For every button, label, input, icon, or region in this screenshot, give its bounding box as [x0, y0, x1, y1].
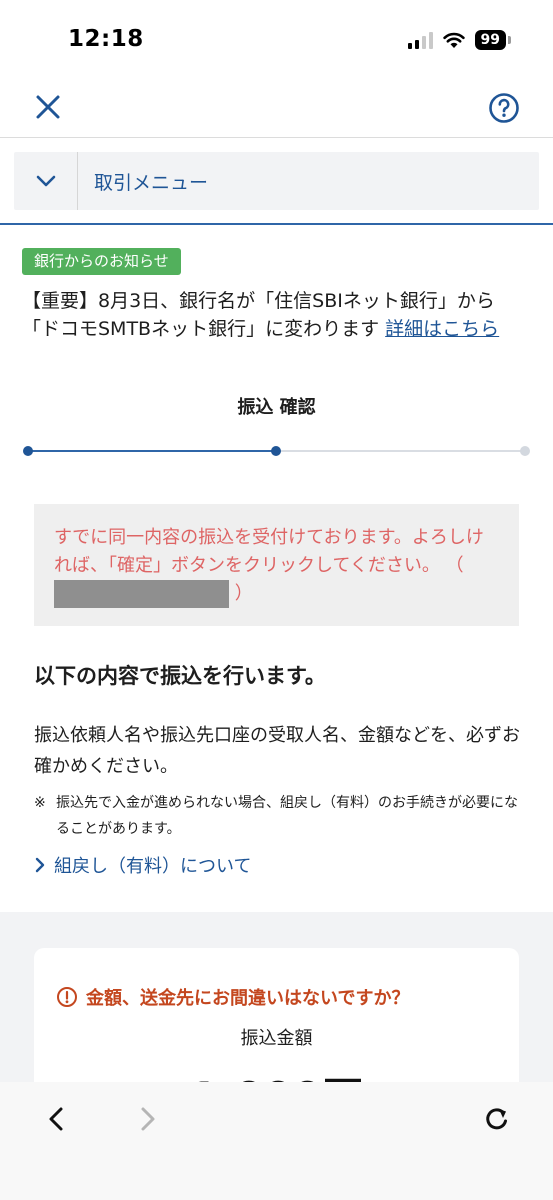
step-dot-complete: [520, 446, 530, 456]
trade-menu-label: 取引メニュー: [94, 171, 209, 194]
step-title: 振込 確認: [237, 397, 316, 418]
notice-badge: 銀行からのお知らせ: [22, 248, 181, 275]
divider: [0, 223, 553, 225]
step-dot-confirm: [271, 446, 281, 456]
kumimodoshi-link[interactable]: 組戻し（有料）について: [34, 852, 251, 878]
status-bar: 12:18 99: [0, 0, 553, 80]
top-nav: [0, 80, 553, 138]
amount-alert: 金額、送金先にお間違いはないですか？: [56, 984, 409, 1010]
battery-icon: 99: [474, 30, 511, 50]
wifi-icon: [442, 32, 465, 48]
note-text: ※ 振込先で入金が進められない場合、組戻し（有料）のお手続きが必要になることがあ…: [34, 795, 518, 837]
section-heading: 以下の内容で振込を行います。: [34, 664, 326, 688]
status-icons: 99: [407, 30, 511, 50]
status-time: 12:18: [68, 26, 144, 52]
close-icon[interactable]: [33, 92, 63, 122]
notice-text: 【重要】8月3日、銀行名が「住信SBIネット銀行」から「ドコモSMTBネット銀行…: [22, 287, 532, 343]
kumimodoshi-link-label: 組戻し（有料）について: [54, 856, 252, 877]
instruction-text: 振込依頼人名や振込先口座の受取人名、金額などを、必ずお確かめください。: [34, 725, 520, 777]
help-icon[interactable]: [488, 92, 520, 124]
trade-menu[interactable]: 取引メニュー: [14, 152, 539, 210]
battery-level: 99: [474, 30, 506, 50]
chevron-right-icon: [35, 857, 45, 873]
step-dot-input: [23, 446, 33, 456]
duplicate-warning-text: すでに同一内容の振込を受付けております。よろしければ、「確定」ボタンをクリックし…: [54, 527, 484, 576]
reload-icon[interactable]: [482, 1104, 512, 1134]
cellular-signal-icon: [407, 31, 433, 49]
transfer-amount-label: 振込金額: [240, 1028, 313, 1049]
alert-icon: [57, 987, 77, 1007]
duplicate-warning: すでに同一内容の振込を受付けております。よろしければ、「確定」ボタンをクリックし…: [34, 504, 519, 626]
step-progress-fill: [28, 450, 276, 452]
notice-details-link[interactable]: 詳細はこちら: [385, 318, 499, 340]
forward-icon[interactable]: [134, 1104, 162, 1134]
amount-alert-text: 金額、送金先にお間違いはないですか？: [86, 988, 410, 1009]
browser-toolbar: [0, 1082, 553, 1200]
back-icon[interactable]: [42, 1104, 70, 1134]
chevron-down-icon: [14, 152, 78, 210]
redacted-block: [54, 580, 229, 608]
